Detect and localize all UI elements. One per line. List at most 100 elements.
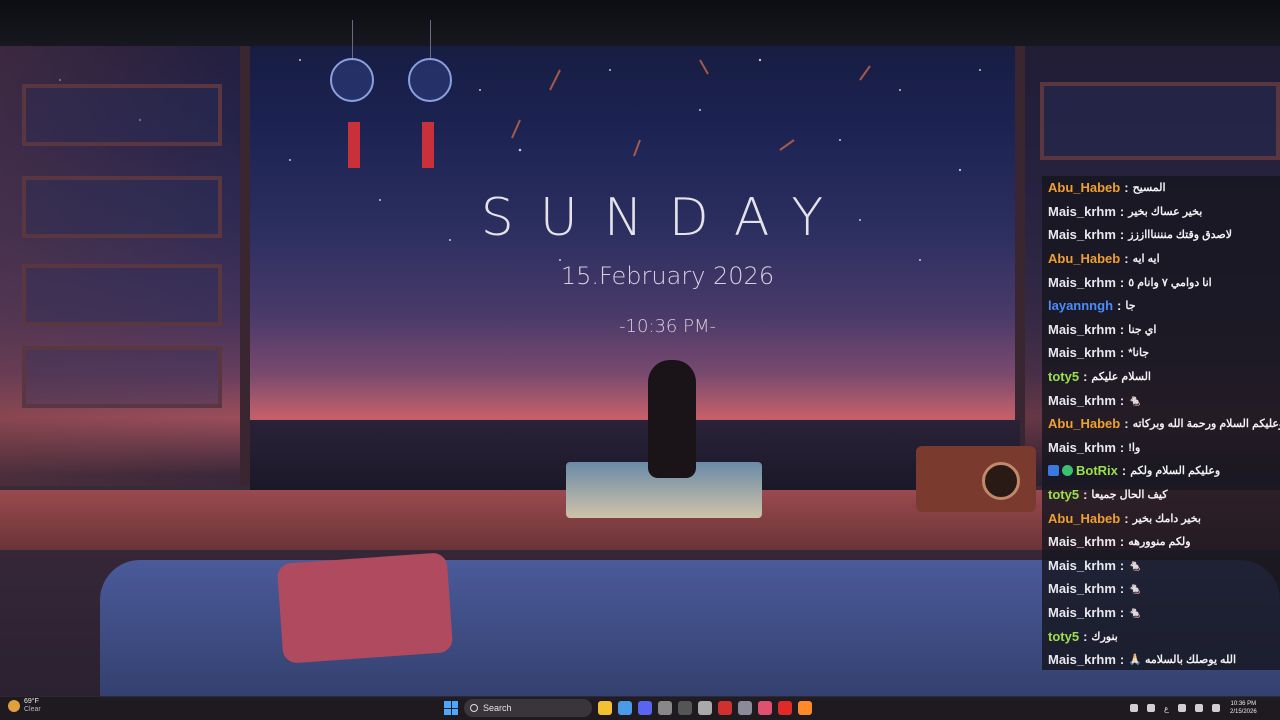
chat-username[interactable]: Mais_krhm [1048,204,1116,219]
chat-username[interactable]: Mais_krhm [1048,393,1116,408]
taskbar-time: 10:36 PM [1230,701,1257,707]
chat-separator: : [1119,604,1125,620]
wifi-icon[interactable] [1177,704,1186,712]
chat-separator: : [1083,369,1088,385]
chat-text: كيف الحال جميعا [1091,489,1168,502]
chat-username[interactable]: Abu_Habeb [1048,180,1120,195]
battery-icon[interactable] [1211,704,1220,712]
chat-text: السلام عليكم [1091,371,1151,384]
obs-icon[interactable] [678,701,692,715]
chat-message: Mais_krhm: 🐁 [1042,577,1280,601]
chat-message: toty5: كيف الحال جميعا [1042,483,1280,507]
chat-separator: : [1083,487,1088,503]
wind-chime [408,58,452,102]
chat-username[interactable]: Mais_krhm [1048,534,1116,549]
chat-message: layannngh: جا [1042,294,1280,318]
language-indicator[interactable]: ع [1164,704,1169,713]
chat-username[interactable]: layannngh [1048,298,1113,313]
chat-overlay: Abu_Habeb: المسيح Mais_krhm: بخير عساك بخير… [1042,176,1280,670]
chat-username[interactable]: toty5 [1048,487,1079,502]
chat-message: toty5: بنورك [1042,624,1280,648]
chat-text: ولكم منوورهه [1128,536,1191,549]
taskbar-date: 2/15/2026 [1230,709,1257,715]
chat-username[interactable]: Mais_krhm [1048,652,1116,667]
chat-separator: : [1119,652,1125,668]
window-pane [22,346,222,408]
chat-message: BotRix: وعليكم السلام ولكم [1042,459,1280,483]
adobe-icon[interactable] [778,701,792,715]
chat-username[interactable]: Mais_krhm [1048,345,1116,360]
chat-username[interactable]: Mais_krhm [1048,227,1116,242]
chat-separator: : [1121,463,1127,479]
chat-separator: : [1117,298,1122,314]
speaker-icon[interactable] [1194,704,1203,712]
chat-username[interactable]: Abu_Habeb [1048,251,1120,266]
chat-username[interactable]: Mais_krhm [1048,581,1116,596]
chat-username[interactable]: Mais_krhm [1048,558,1116,573]
chat-username[interactable]: toty5 [1048,369,1079,384]
chat-separator: : [1124,251,1129,267]
chat-message: Mais_krhm: لاصدق وقتك منننناااززز [1042,223,1280,247]
chat-message: Abu_Habeb: المسيح [1042,176,1280,200]
chat-text: 🐁 [1128,559,1142,572]
chat-text: وا! [1128,441,1141,454]
chat-text: 🐁 [1128,583,1142,596]
chat-separator: : [1119,274,1125,290]
chat-message: Mais_krhm: 🐁 [1042,388,1280,412]
chat-username[interactable]: Mais_krhm [1048,275,1116,290]
chat-message: Mais_krhm: انا دوامي ٧ وانام ٥ [1042,270,1280,294]
firefox-icon[interactable] [798,701,812,715]
chat-separator: : [1119,581,1125,597]
chat-message: toty5: السلام عليكم [1042,365,1280,389]
app-red-icon[interactable] [718,701,732,715]
chat-separator: : [1119,227,1125,243]
search-label: Search [483,703,512,713]
verified-badge-icon [1062,465,1073,477]
chat-separator: : [1124,416,1129,432]
chat-message: Mais_krhm: وا! [1042,436,1280,460]
chat-message: Mais_krhm: جانا* [1042,341,1280,365]
search-box[interactable]: Search [464,699,592,717]
taskbar-clock[interactable]: 10:36 PM 2/15/2026 [1230,700,1257,716]
system-tray: ع [1130,699,1220,717]
chat-username[interactable]: Mais_krhm [1048,605,1116,620]
chat-username[interactable]: Mais_krhm [1048,322,1116,337]
chat-message: Mais_krhm: بخير عساك بخير [1042,200,1280,224]
steam-icon[interactable] [738,701,752,715]
chat-separator: : [1119,345,1125,361]
file-explorer-icon[interactable] [598,701,612,715]
chat-text: وعليكم السلام ورحمة الله وبركاته [1132,418,1280,431]
bot-badge-icon [1048,465,1059,477]
chevron-up-icon[interactable] [1130,704,1138,712]
app-pink-icon[interactable] [758,701,772,715]
chat-username[interactable]: Mais_krhm [1048,440,1116,455]
chat-message: Abu_Habeb: وعليكم السلام ورحمة الله وبركا… [1042,412,1280,436]
chrome-icon[interactable] [618,701,632,715]
chat-text: بخير عساك بخير [1128,205,1203,218]
media-icon[interactable] [658,701,672,715]
chat-message: Abu_Habeb: ايه ايه [1042,247,1280,271]
chime-string [352,20,353,60]
chat-message: Mais_krhm: 🐁 [1042,601,1280,625]
chime-string [430,20,431,60]
chat-separator: : [1119,392,1125,408]
chat-text: الله يوصلك بالسلامه 🙏🏻 [1128,654,1237,667]
chat-text: وعليكم السلام ولكم [1130,465,1221,478]
chat-username[interactable]: Abu_Habeb [1048,416,1120,431]
chat-text: بخير دامك بخير [1132,512,1201,525]
weather-widget[interactable]: 69°F Clear [8,698,41,714]
discord-icon[interactable] [638,701,652,715]
start-button[interactable] [444,701,458,715]
chat-text: جا [1125,300,1136,313]
desktop-wallpaper: SUNDAY 15.February 2026 -10:36 PM- Abu_H… [0,0,1280,720]
chat-separator: : [1119,439,1125,455]
app-icon[interactable] [698,701,712,715]
microphone-icon[interactable] [1147,704,1155,712]
chat-username[interactable]: Abu_Habeb [1048,511,1120,526]
chat-message: Mais_krhm: الله يوصلك بالسلامه 🙏🏻 [1042,648,1280,670]
chime-tail [422,122,434,168]
chat-username[interactable]: toty5 [1048,629,1079,644]
radio-speaker [982,462,1020,500]
weather-condition: Clear [24,706,41,713]
chat-username[interactable]: BotRix [1076,463,1118,478]
